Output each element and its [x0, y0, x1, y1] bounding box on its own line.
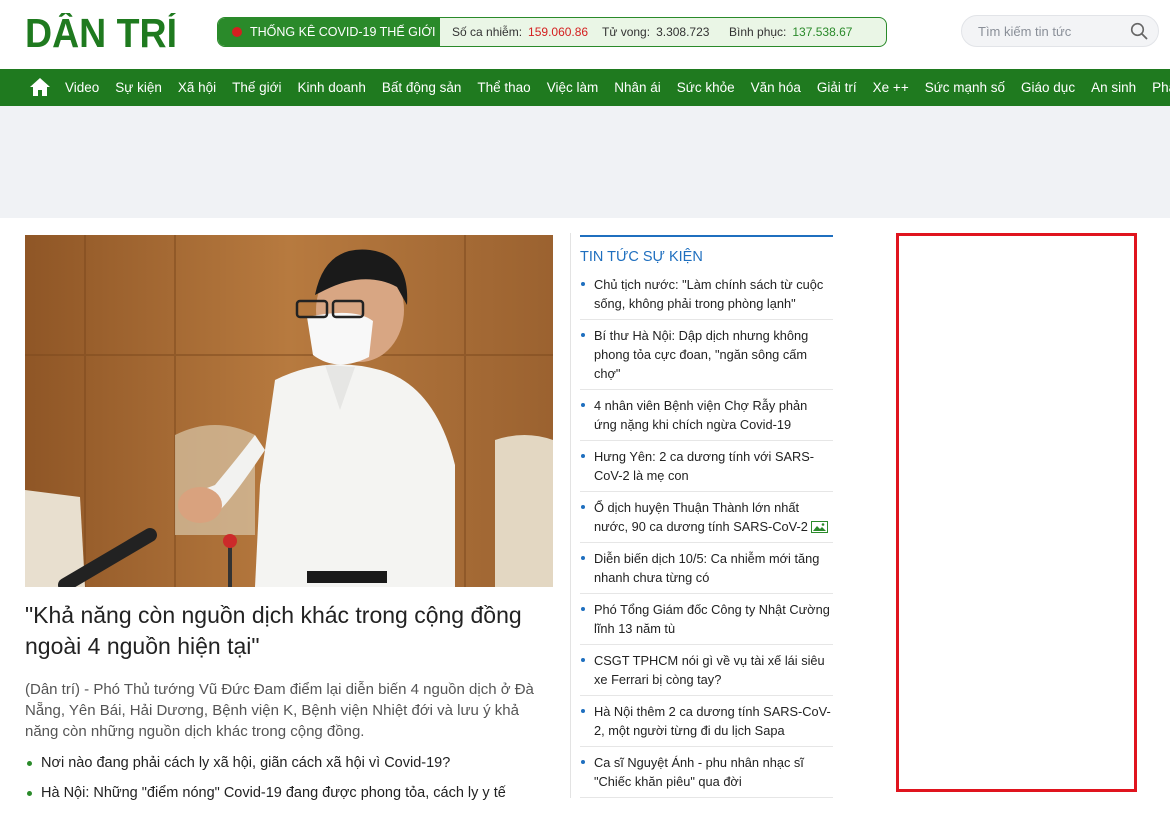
covid-stats-title: THỐNG KÊ COVID-19 THẾ GIỚI — [218, 18, 440, 46]
recovered-label: Bình phục: — [729, 25, 787, 39]
news-column-heading[interactable]: TIN TỨC SỰ KIỆN — [580, 235, 833, 269]
nav-item[interactable]: Thể thao — [469, 69, 538, 106]
nav-item[interactable]: Kinh doanh — [290, 69, 374, 106]
deaths-value: 3.308.723 — [656, 25, 710, 39]
column-divider — [570, 233, 571, 798]
site-header: DÂN TRÍ THỐNG KÊ COVID-19 THẾ GIỚI Số ca… — [0, 0, 1170, 68]
news-list-item[interactable]: Hưng Yên: 2 ca dương tính với SARS-CoV-2… — [580, 441, 833, 492]
news-list: Chủ tịch nước: "Làm chính sách từ cuộc s… — [580, 269, 833, 798]
nav-item[interactable]: Bất động sản — [374, 69, 470, 106]
news-item-title: Bí thư Hà Nội: Dập dịch nhưng không phon… — [594, 328, 809, 381]
nav-item[interactable]: Việc làm — [539, 69, 607, 106]
nav-item[interactable]: Thế giới — [224, 69, 289, 106]
related-article-link[interactable]: Hà Nội: Những "điểm nóng" Covid-19 đang … — [25, 783, 555, 804]
news-list-item[interactable]: Bí thư Hà Nội: Dập dịch nhưng không phon… — [580, 320, 833, 390]
search-box[interactable] — [961, 15, 1159, 47]
covid-stats-bar[interactable]: THỐNG KÊ COVID-19 THẾ GIỚI Số ca nhiễm: 1… — [217, 17, 887, 47]
covid-title-text: THỐNG KÊ COVID-19 THẾ GIỚI — [250, 25, 436, 39]
news-list-item[interactable]: CSGT TPHCM nói gì về vụ tài xế lái siêu … — [580, 645, 833, 696]
news-item-title: 4 nhân viên Bệnh viện Chợ Rẫy phản ứng n… — [594, 398, 808, 432]
cases-label: Số ca nhiễm: — [452, 25, 523, 39]
related-article-link[interactable]: Nơi nào đang phải cách ly xã hội, giãn c… — [25, 753, 555, 774]
nav-item[interactable]: An sinh — [1083, 69, 1144, 106]
news-item-title: Chủ tịch nước: "Làm chính sách từ cuộc s… — [594, 277, 824, 311]
photo-gallery-icon — [810, 521, 828, 533]
news-list-item[interactable]: Chủ tịch nước: "Làm chính sách từ cuộc s… — [580, 269, 833, 320]
covid-deaths: Tử vong: 3.308.723 — [602, 18, 709, 46]
nav-item[interactable]: Giáo dục — [1013, 69, 1083, 106]
right-ad-placeholder — [896, 233, 1137, 792]
nav-item[interactable]: Nhân ái — [606, 69, 669, 106]
live-dot-icon — [232, 27, 242, 37]
feature-photo-illustration — [25, 235, 553, 587]
news-list-item[interactable]: Hà Nội thêm 2 ca dương tính SARS-CoV-2, … — [580, 696, 833, 747]
dantri-logo[interactable]: DÂN TRÍ — [25, 13, 177, 51]
home-icon[interactable] — [29, 77, 51, 97]
nav-item[interactable]: Video — [57, 69, 107, 106]
news-item-title: Hà Nội thêm 2 ca dương tính SARS-CoV-2, … — [594, 704, 831, 738]
feature-image[interactable] — [25, 235, 553, 587]
news-column: TIN TỨC SỰ KIỆN Chủ tịch nước: "Làm chín… — [580, 235, 833, 798]
logo-text: DÂN TRÍ — [25, 13, 177, 51]
recovered-value: 137.538.67 — [792, 25, 853, 39]
nav-item[interactable]: Sự kiện — [107, 69, 170, 106]
covid-recovered: Bình phục: 137.538.67 — [729, 18, 857, 46]
news-item-title: Hưng Yên: 2 ca dương tính với SARS-CoV-2… — [594, 449, 815, 483]
nav-items: Video Sự kiện Xã hội Thế giới Kinh doanh Bất … — [57, 69, 1170, 106]
covid-cases: Số ca nhiễm: 159.060.86 — [452, 18, 590, 46]
related-articles: Nơi nào đang phải cách ly xã hội, giãn c… — [25, 753, 555, 813]
news-item-title: Diễn biến dịch 10/5: Ca nhiễm mới tăng n… — [594, 551, 820, 585]
nav-item[interactable]: Xã hội — [170, 69, 224, 106]
news-list-item[interactable]: Ổ dịch huyện Thuận Thành lớn nhất nước, … — [580, 492, 833, 543]
news-list-item[interactable]: Diễn biến dịch 10/5: Ca nhiễm mới tăng n… — [580, 543, 833, 594]
nav-item[interactable]: Xe ++ — [865, 69, 917, 106]
news-list-item[interactable]: 4 nhân viên Bệnh viện Chợ Rẫy phản ứng n… — [580, 390, 833, 441]
search-icon[interactable] — [1130, 22, 1148, 40]
nav-item[interactable]: Giải trí — [809, 69, 865, 106]
cases-value: 159.060.86 — [528, 25, 589, 39]
deaths-label: Tử vong: — [602, 25, 651, 39]
news-item-title: Ca sĩ Nguyệt Ánh - phu nhân nhạc sĩ "Chi… — [594, 755, 804, 789]
news-list-item[interactable]: Phó Tổng Giám đốc Công ty Nhật Cường lĩn… — [580, 594, 833, 645]
top-ad-banner — [0, 106, 1170, 218]
nav-item[interactable]: Sức khỏe — [669, 69, 743, 106]
nav-item[interactable]: Pháp luật — [1144, 69, 1170, 106]
nav-item[interactable]: Sức mạnh số — [917, 69, 1013, 106]
news-item-title: Ổ dịch huyện Thuận Thành lớn nhất nước, … — [594, 500, 808, 534]
news-item-title: Phó Tổng Giám đốc Công ty Nhật Cường lĩn… — [594, 602, 830, 636]
search-input[interactable] — [978, 16, 1128, 46]
feature-title[interactable]: "Khả năng còn nguồn dịch khác trong cộng… — [25, 600, 555, 662]
main-nav: Video Sự kiện Xã hội Thế giới Kinh doanh Bất … — [0, 69, 1170, 106]
nav-item[interactable]: Văn hóa — [743, 69, 809, 106]
news-item-title: CSGT TPHCM nói gì về vụ tài xế lái siêu … — [594, 653, 825, 687]
feature-sapo: (Dân trí) - Phó Thủ tướng Vũ Đức Đam điể… — [25, 681, 534, 740]
news-list-item[interactable]: Ca sĩ Nguyệt Ánh - phu nhân nhạc sĩ "Chi… — [580, 747, 833, 798]
